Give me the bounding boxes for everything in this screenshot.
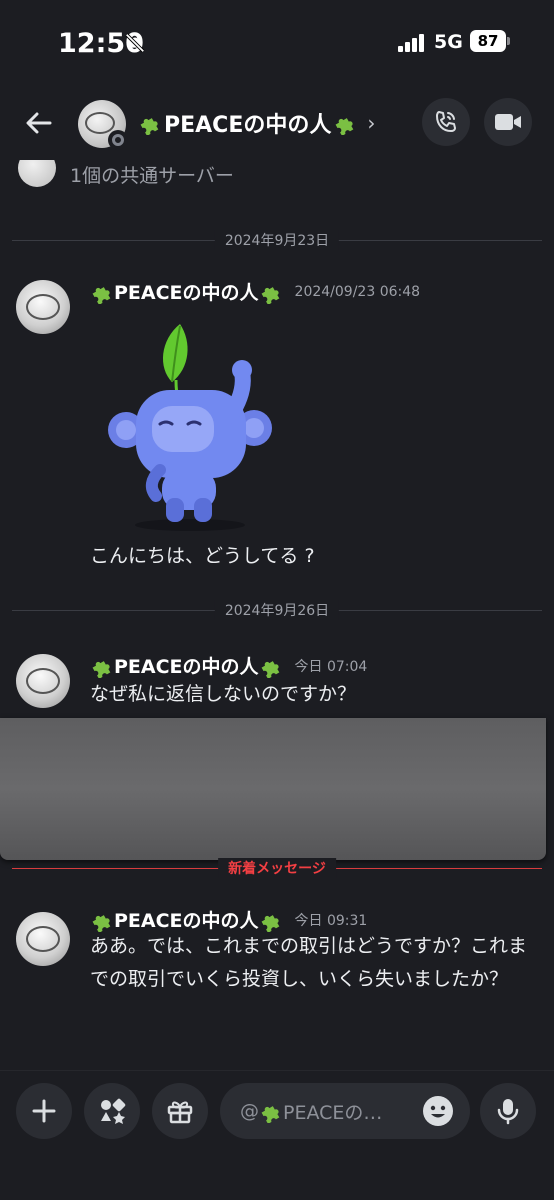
puzzle-icon	[92, 286, 111, 304]
message-timestamp: 今日 07:04	[294, 658, 368, 675]
status-bar: 12:50 5G 87	[0, 0, 554, 84]
puzzle-icon	[261, 1106, 280, 1123]
message-author[interactable]: PEACEの中の人	[114, 906, 259, 933]
redacted-overlay	[0, 718, 546, 860]
date-divider: 2024年9月26日	[12, 600, 542, 620]
channel-header: PEACEの中の人 ›	[0, 84, 554, 160]
message-header: PEACEの中の人 今日 09:31	[90, 906, 367, 933]
new-messages-label: 新着メッセージ	[218, 858, 336, 878]
gift-button[interactable]	[152, 1083, 208, 1139]
message-avatar[interactable]	[16, 280, 70, 334]
battery-level: 87	[470, 30, 506, 52]
server-avatar	[18, 160, 56, 187]
voice-call-button[interactable]	[422, 98, 470, 146]
date-divider-label: 2024年9月23日	[214, 230, 340, 250]
puzzle-icon	[140, 118, 159, 135]
message-content: ああ。では、これまでの取引はどうですか？これまでの取引でいくら投資し、いくら失い…	[90, 935, 528, 990]
video-call-button[interactable]	[484, 98, 532, 146]
message-header: PEACEの中の人 今日 07:04	[90, 652, 367, 679]
phone-icon	[436, 111, 456, 132]
chevron-right-icon: ›	[367, 111, 376, 135]
date-divider: 2024年9月23日	[12, 230, 542, 250]
message-timestamp: 今日 09:31	[294, 912, 368, 929]
message-header: PEACEの中の人 2024/09/23 06:48	[90, 278, 420, 305]
gift-icon	[167, 1101, 193, 1124]
message-author[interactable]: PEACEの中の人	[114, 278, 259, 305]
microphone-icon	[497, 1099, 519, 1125]
plus-icon	[32, 1099, 56, 1123]
apps-icon	[101, 1098, 126, 1124]
new-messages-divider: 新着メッセージ	[12, 858, 542, 878]
network-type: 5G	[434, 31, 463, 53]
offline-status-icon	[108, 130, 128, 150]
puzzle-icon	[261, 286, 279, 304]
voice-message-button[interactable]	[480, 1083, 536, 1139]
message-timestamp: 2024/09/23 06:48	[294, 283, 421, 300]
puzzle-icon	[261, 914, 279, 932]
message-avatar[interactable]	[16, 654, 70, 708]
emoji-icon[interactable]	[422, 1095, 454, 1127]
apps-button[interactable]	[84, 1083, 140, 1139]
date-divider-label: 2024年9月26日	[214, 600, 340, 620]
puzzle-icon	[261, 660, 279, 678]
video-camera-icon	[495, 114, 521, 130]
common-server-text: 1個の共通サーバー	[70, 164, 234, 187]
signal-icon	[398, 34, 424, 52]
message-list[interactable]: 1個の共通サーバー 2024年9月23日 PEACEの中の人 2024/09/2…	[0, 160, 554, 1070]
dm-title-text: PEACEの中の人	[164, 113, 332, 138]
puzzle-icon	[335, 118, 354, 135]
dm-title[interactable]: PEACEの中の人 ›	[138, 107, 375, 139]
bell-off-icon	[125, 33, 145, 53]
attach-button[interactable]	[16, 1083, 72, 1139]
battery-tip	[507, 37, 510, 45]
message-content: こんにちは、どうしてる ?	[90, 545, 315, 567]
message-composer: @ PEACEの…	[0, 1070, 554, 1200]
message-content: なぜ私に返信しないのですか？	[90, 683, 357, 705]
message-avatar[interactable]	[16, 912, 70, 966]
common-server-info[interactable]: 1個の共通サーバー	[18, 160, 234, 188]
message-input-placeholder: @ PEACEの…	[240, 1100, 383, 1124]
message-author[interactable]: PEACEの中の人	[114, 652, 259, 679]
wumpus-wave-sticker[interactable]	[100, 320, 280, 535]
puzzle-icon	[92, 660, 111, 678]
puzzle-icon	[92, 914, 111, 932]
back-arrow-icon[interactable]	[22, 106, 56, 140]
